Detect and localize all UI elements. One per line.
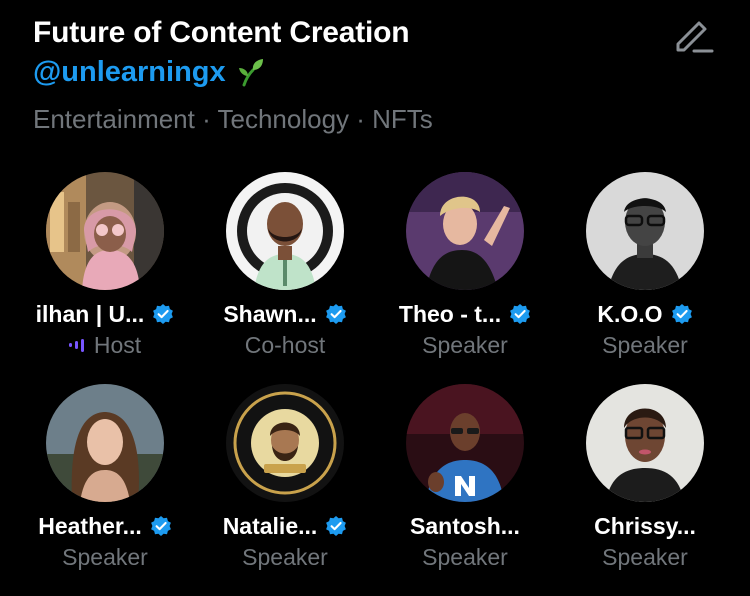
avatar bbox=[406, 172, 524, 290]
participant-role: Host bbox=[93, 331, 142, 358]
participant-card[interactable]: Santosh... Speaker bbox=[375, 384, 555, 596]
participant-card[interactable]: Natalie... Speaker bbox=[195, 384, 375, 596]
avatar bbox=[226, 384, 344, 502]
verified-badge-icon bbox=[326, 516, 347, 536]
verified-badge-icon bbox=[150, 516, 171, 536]
verified-badge-icon bbox=[325, 304, 346, 324]
speaking-indicator-icon bbox=[68, 338, 87, 352]
edit-pencil-icon bbox=[676, 21, 714, 53]
avatar bbox=[226, 172, 344, 290]
participant-card[interactable]: Heather... Speaker bbox=[15, 384, 195, 596]
participant-role: Speaker bbox=[602, 543, 688, 570]
verified-badge-icon bbox=[671, 304, 692, 324]
participant-role: Co-host bbox=[244, 331, 326, 358]
participant-name: Shawn... bbox=[223, 300, 317, 327]
participant-card[interactable]: Chrissy... Speaker bbox=[555, 384, 735, 596]
verified-badge-icon bbox=[510, 304, 531, 324]
participant-role: Speaker bbox=[602, 331, 688, 358]
participant-role: Speaker bbox=[242, 543, 328, 570]
space-topics: Entertainment · Technology · NFTs bbox=[33, 104, 433, 134]
participant-name: ilhan | U... bbox=[35, 300, 145, 327]
avatar bbox=[46, 384, 164, 502]
participant-role: Speaker bbox=[62, 543, 148, 570]
participant-card[interactable]: K.O.O Speaker bbox=[555, 172, 735, 384]
seedling-icon bbox=[236, 57, 266, 87]
avatar bbox=[586, 384, 704, 502]
host-handle-link[interactable]: @unlearningx bbox=[33, 53, 720, 91]
participant-card[interactable]: ilhan | U... Host bbox=[15, 172, 195, 384]
edit-button[interactable] bbox=[672, 14, 716, 58]
space-title: Future of Content Creation bbox=[33, 16, 410, 49]
host-handle-text: @unlearningx bbox=[33, 56, 226, 88]
participant-name: Natalie... bbox=[222, 512, 318, 539]
participants-grid: ilhan | U... Host Shawn... Co-host Theo … bbox=[15, 172, 735, 596]
participant-role: Speaker bbox=[422, 543, 508, 570]
participant-card[interactable]: Shawn... Co-host bbox=[195, 172, 375, 384]
participant-role: Speaker bbox=[422, 331, 508, 358]
participant-name: K.O.O bbox=[597, 300, 663, 327]
avatar bbox=[586, 172, 704, 290]
participant-name: Chrissy... bbox=[594, 512, 696, 539]
participant-card[interactable]: Theo - t... Speaker bbox=[375, 172, 555, 384]
verified-badge-icon bbox=[153, 304, 174, 324]
avatar bbox=[46, 172, 164, 290]
participant-name: Santosh... bbox=[410, 512, 520, 539]
participant-name: Theo - t... bbox=[398, 300, 502, 327]
participant-name: Heather... bbox=[38, 512, 142, 539]
space-header: Future of Content Creation @unlearningx … bbox=[33, 14, 720, 136]
avatar bbox=[406, 384, 524, 502]
